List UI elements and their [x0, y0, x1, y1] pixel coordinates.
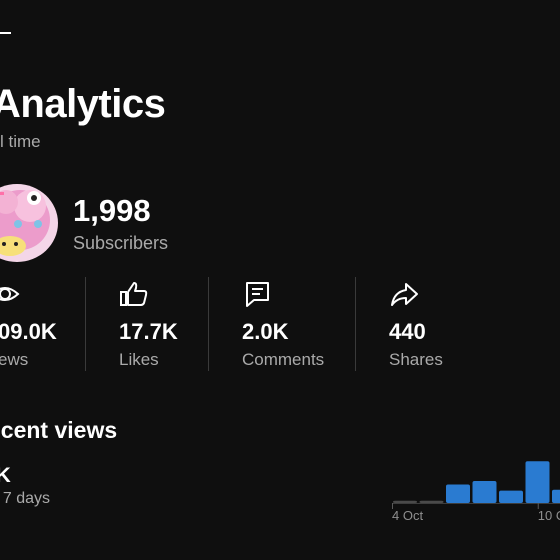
- subscribers-count: 1,998: [73, 193, 151, 228]
- avatar-image: [0, 184, 58, 262]
- comments-value: 2.0K: [242, 319, 289, 344]
- eye-icon: [0, 280, 20, 308]
- chart-bar[interactable]: [525, 461, 550, 503]
- chart-x-tick-label: 10 O: [538, 508, 560, 523]
- date-range-label[interactable]: l time: [0, 132, 41, 152]
- recent-views-value: 2K: [0, 464, 11, 487]
- stat-divider: [208, 277, 209, 371]
- subscribers-label: Subscribers: [73, 233, 169, 253]
- thumbs-up-icon: [119, 280, 149, 308]
- share-arrow-icon: [389, 280, 419, 308]
- chart-bar[interactable]: [472, 481, 497, 503]
- views-label: ews: [0, 350, 29, 369]
- chart-x-tick-label: 4 Oct: [392, 508, 423, 523]
- channel-avatar[interactable]: [0, 184, 58, 262]
- shares-value: 440: [389, 319, 426, 344]
- comment-icon: [243, 280, 273, 308]
- recent-views-period: st 7 days: [0, 490, 51, 507]
- chart-bar[interactable]: [393, 500, 417, 503]
- chart-bar[interactable]: [446, 484, 470, 503]
- stat-divider: [85, 277, 86, 371]
- likes-value: 17.7K: [119, 319, 178, 344]
- chart-bar[interactable]: [499, 490, 523, 503]
- shares-label: Shares: [389, 350, 443, 369]
- likes-label: Likes: [119, 350, 159, 369]
- comments-label: Comments: [242, 350, 325, 369]
- page-title: Analytics: [0, 82, 166, 126]
- views-value: 09.0K: [0, 319, 57, 344]
- chart-bar[interactable]: [419, 500, 444, 503]
- recent-views-title: ecent views: [0, 417, 118, 443]
- back-arrow-icon[interactable]: [0, 32, 11, 34]
- chart-bar[interactable]: [552, 489, 560, 503]
- stat-divider: [355, 277, 356, 371]
